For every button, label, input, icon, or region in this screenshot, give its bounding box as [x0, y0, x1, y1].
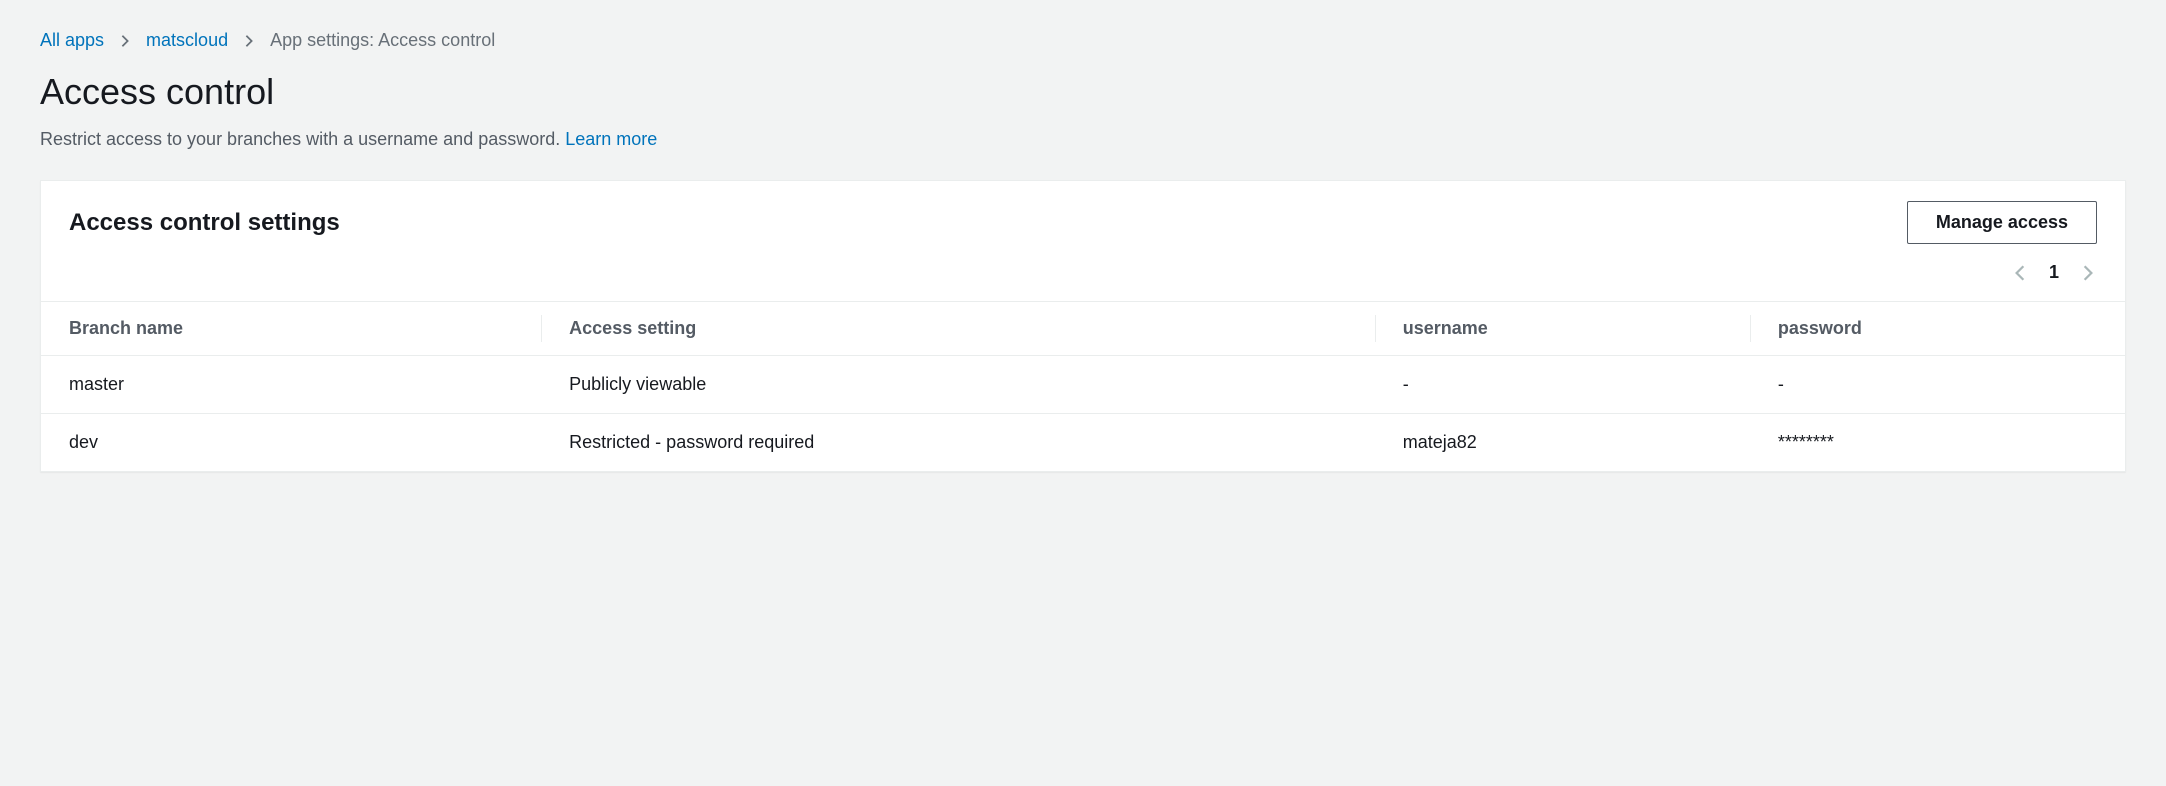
cell-access: Publicly viewable — [541, 356, 1375, 414]
breadcrumb-app-link[interactable]: matscloud — [146, 30, 228, 51]
pagination: 1 — [41, 254, 2125, 301]
col-header-password[interactable]: password — [1750, 302, 2125, 356]
pagination-prev-icon[interactable] — [2011, 264, 2029, 282]
manage-access-button[interactable]: Manage access — [1907, 201, 2097, 244]
pagination-next-icon[interactable] — [2079, 264, 2097, 282]
access-control-panel: Access control settings Manage access 1 … — [40, 180, 2126, 472]
table-row: master Publicly viewable - - — [41, 356, 2125, 414]
chevron-right-icon — [242, 34, 256, 48]
panel-title: Access control settings — [69, 209, 340, 237]
pagination-page-number: 1 — [2049, 262, 2059, 283]
col-header-access[interactable]: Access setting — [541, 302, 1375, 356]
page-subtitle: Restrict access to your branches with a … — [40, 129, 2126, 150]
breadcrumb-root-link[interactable]: All apps — [40, 30, 104, 51]
chevron-right-icon — [118, 34, 132, 48]
learn-more-link[interactable]: Learn more — [565, 129, 657, 149]
cell-username: - — [1375, 356, 1750, 414]
cell-password: - — [1750, 356, 2125, 414]
page-title: Access control — [40, 71, 2126, 113]
cell-access: Restricted - password required — [541, 414, 1375, 472]
access-table: Branch name Access setting username pass… — [41, 301, 2125, 471]
cell-password: ******** — [1750, 414, 2125, 472]
col-header-branch[interactable]: Branch name — [41, 302, 541, 356]
breadcrumb-current: App settings: Access control — [270, 30, 495, 51]
cell-username: mateja82 — [1375, 414, 1750, 472]
cell-branch: master — [41, 356, 541, 414]
cell-branch: dev — [41, 414, 541, 472]
panel-header: Access control settings Manage access — [41, 181, 2125, 254]
table-row: dev Restricted - password required matej… — [41, 414, 2125, 472]
breadcrumb: All apps matscloud App settings: Access … — [40, 30, 2126, 51]
col-header-username[interactable]: username — [1375, 302, 1750, 356]
subtitle-text: Restrict access to your branches with a … — [40, 129, 565, 149]
